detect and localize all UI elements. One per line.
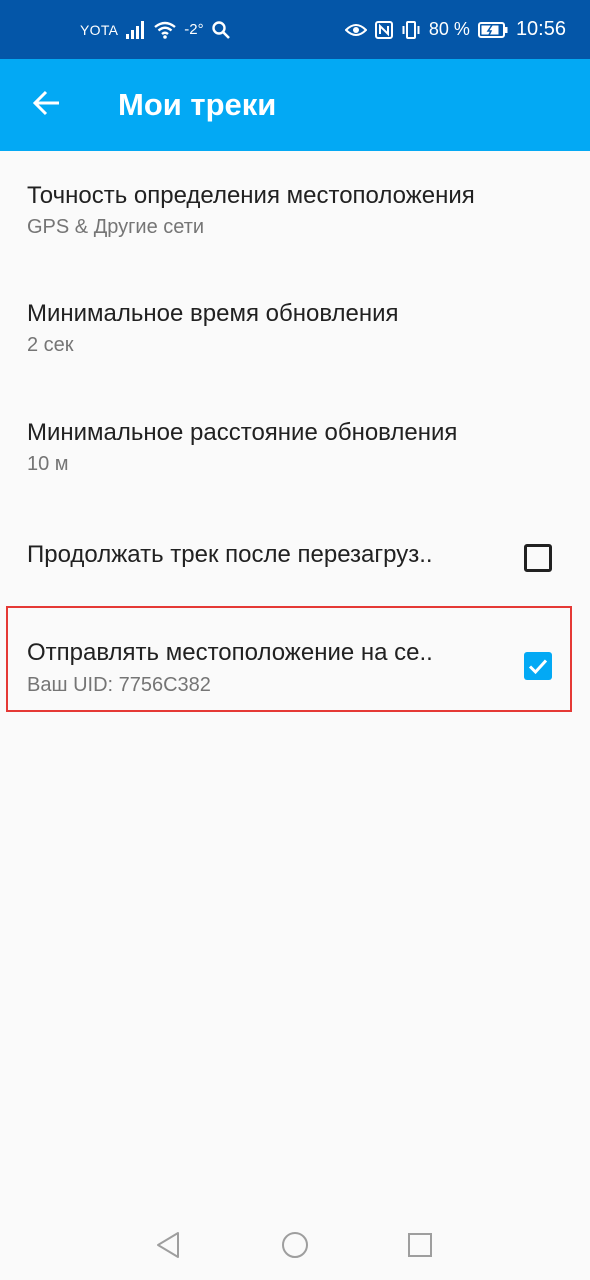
nav-back-button[interactable] bbox=[152, 1231, 184, 1263]
clock: 10:56 bbox=[515, 18, 566, 40]
nav-back-icon bbox=[155, 1231, 181, 1264]
signal-icon bbox=[126, 20, 146, 39]
nfc-icon bbox=[374, 20, 393, 39]
carrier-label: YOTA bbox=[80, 21, 119, 38]
pref-min-update-time[interactable]: Минимальное время обновления 2 сек bbox=[0, 270, 590, 389]
eye-icon bbox=[344, 22, 367, 38]
arrow-back-icon bbox=[32, 90, 60, 121]
pref-summary: 10 м bbox=[27, 453, 69, 475]
pref-summary: GPS & Другие сети bbox=[27, 216, 205, 238]
pref-send-location[interactable]: Отправлять местоположение на се.. Ваш UI… bbox=[0, 612, 590, 718]
pref-title: Отправлять местоположение на се.. bbox=[27, 639, 433, 666]
pref-location-accuracy[interactable]: Точность определения местоположения GPS … bbox=[0, 151, 590, 270]
status-bar: YOTA -2° 80 % 10:56 bbox=[0, 0, 590, 59]
pref-title: Точность определения местоположения bbox=[27, 182, 475, 209]
status-bar-left: YOTA -2° bbox=[80, 0, 230, 59]
pref-title: Минимальное расстояние обновления bbox=[27, 419, 458, 446]
nav-recent-button[interactable] bbox=[404, 1231, 436, 1263]
battery-percent: 80 % bbox=[428, 19, 470, 39]
page-title: Мои треки bbox=[118, 87, 277, 122]
nav-recent-icon bbox=[406, 1231, 434, 1264]
continue-after-reboot-checkbox[interactable] bbox=[524, 544, 552, 572]
pref-min-update-distance[interactable]: Минимальное расстояние обновления 10 м bbox=[0, 389, 590, 508]
temperature-label: -2° bbox=[184, 21, 204, 38]
settings-list: Точность определения местоположения GPS … bbox=[0, 151, 590, 718]
pref-continue-after-reboot[interactable]: Продолжать трек после перезагруз.. bbox=[0, 508, 590, 612]
pref-summary: Ваш UID: 7756C382 bbox=[27, 674, 211, 696]
send-location-checkbox[interactable] bbox=[524, 652, 552, 680]
pref-title: Минимальное время обновления bbox=[27, 300, 399, 327]
status-bar-right: 80 % 10:56 bbox=[344, 0, 566, 59]
app-bar: Мои треки bbox=[0, 59, 590, 151]
pref-summary: 2 сек bbox=[27, 334, 74, 356]
wifi-icon bbox=[154, 21, 177, 39]
nav-home-icon bbox=[280, 1230, 310, 1265]
pref-title: Продолжать трек после перезагруз.. bbox=[27, 541, 433, 568]
navigation-bar bbox=[0, 1213, 590, 1280]
search-icon bbox=[211, 20, 230, 39]
back-button[interactable] bbox=[20, 81, 72, 129]
battery-icon bbox=[477, 21, 508, 39]
nav-home-button[interactable] bbox=[279, 1231, 311, 1263]
vibrate-icon bbox=[401, 20, 421, 39]
checkmark-icon bbox=[524, 652, 552, 680]
